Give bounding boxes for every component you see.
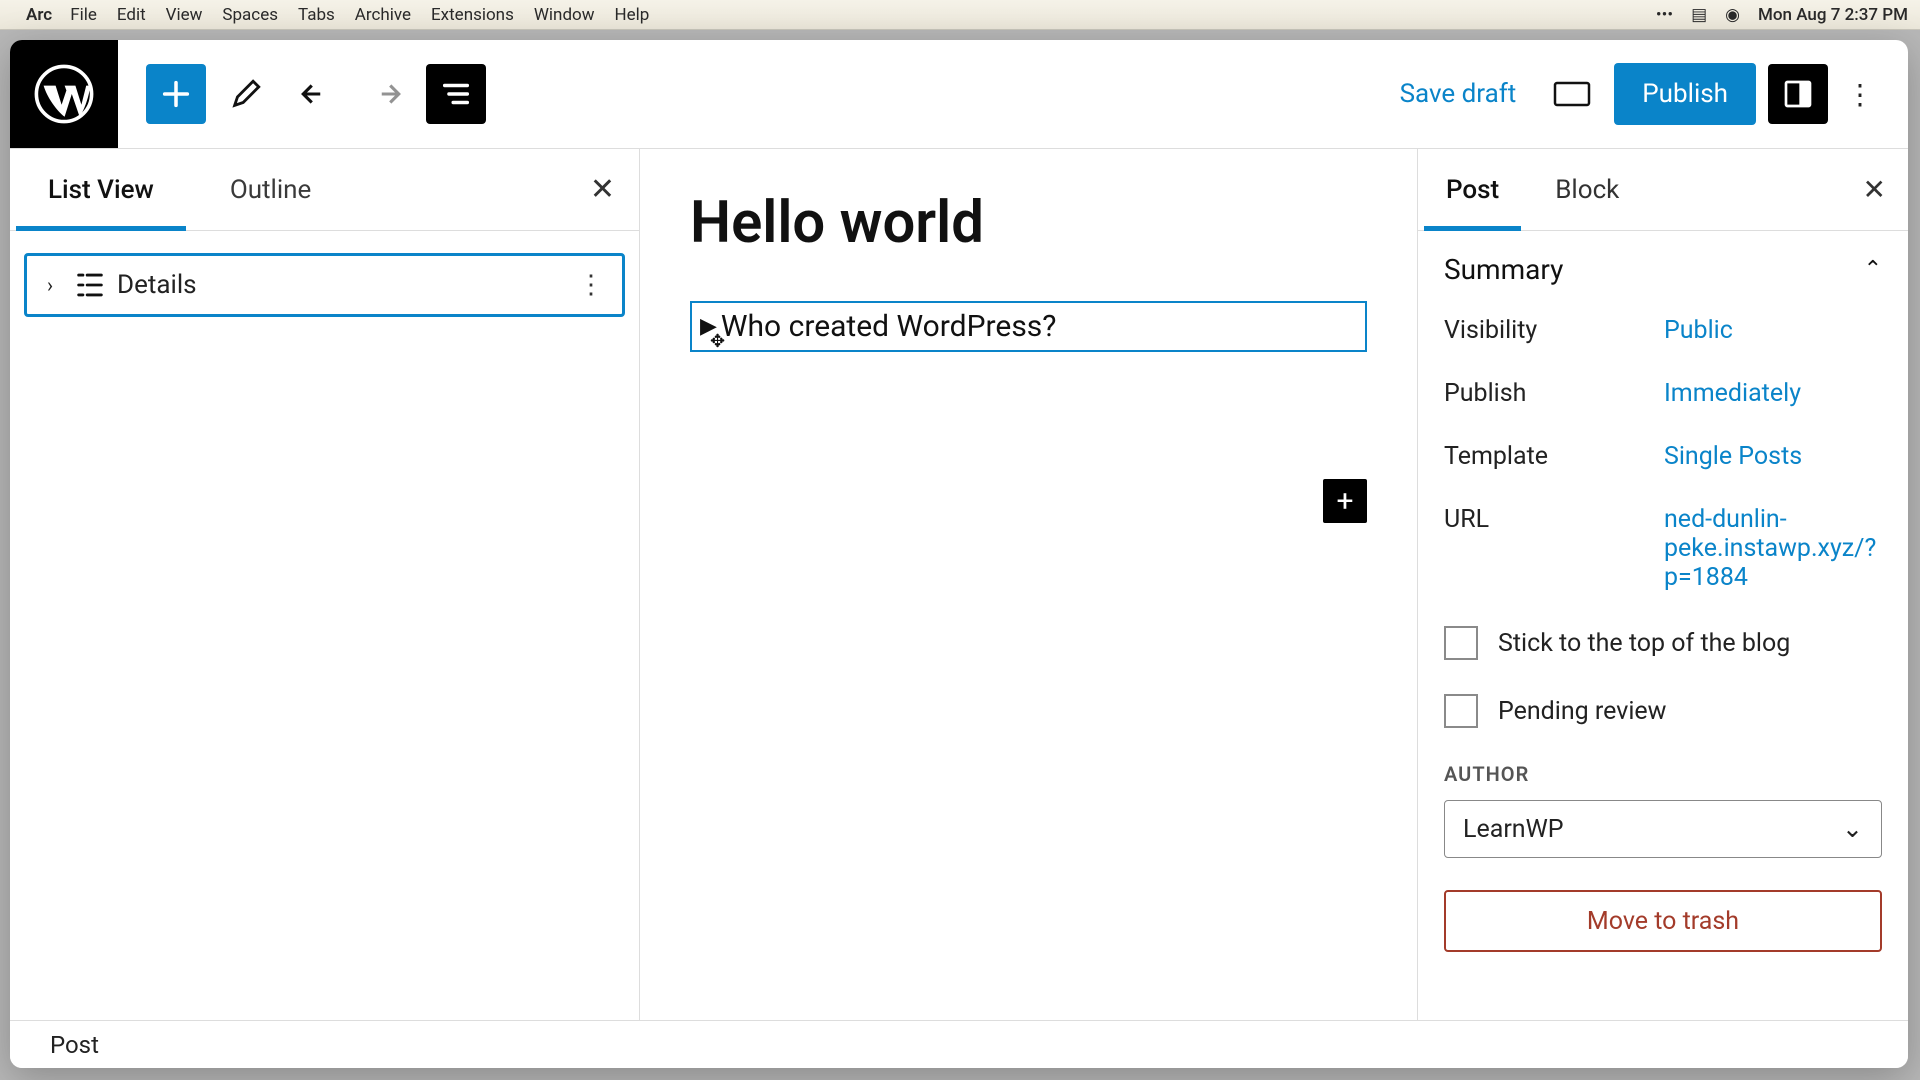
listview-icon (439, 77, 473, 111)
summary-section-title: Summary (1444, 253, 1563, 286)
author-select[interactable]: LearnWP ⌄ (1444, 800, 1882, 858)
close-icon: ✕ (1863, 173, 1886, 206)
pending-checkbox[interactable] (1444, 694, 1478, 728)
panel-icon (1782, 78, 1814, 110)
tab-listview[interactable]: List View (10, 149, 192, 230)
close-settings-button[interactable]: ✕ (1863, 173, 1886, 206)
editor-topbar: Save draft Publish ⋮ (10, 40, 1908, 148)
menubar-item-edit[interactable]: Edit (117, 5, 146, 25)
append-block-button[interactable]: + (1323, 479, 1367, 523)
details-marker-icon[interactable]: ▶ (700, 314, 717, 339)
listview-toggle-button[interactable] (426, 64, 486, 124)
url-label: URL (1444, 505, 1664, 592)
tab-outline[interactable]: Outline (192, 149, 350, 230)
close-listview-button[interactable]: ✕ (590, 172, 615, 207)
move-to-trash-button[interactable]: Move to trash (1444, 890, 1882, 952)
publish-button[interactable]: Publish (1614, 63, 1756, 125)
publish-value[interactable]: Immediately (1664, 379, 1882, 408)
more-vertical-icon: ⋮ (1846, 78, 1874, 111)
menubar-item-archive[interactable]: Archive (355, 5, 411, 25)
url-value[interactable]: ned-dunlin-peke.instawp.xyz/?p=1884 (1664, 505, 1882, 592)
summary-section-header[interactable]: Summary ⌃ (1444, 253, 1882, 286)
undo-button[interactable] (286, 64, 346, 124)
tree-item-details[interactable]: › Details ⋮ (24, 253, 625, 317)
menubar-item-file[interactable]: File (70, 5, 97, 25)
menubar-status-dots-icon[interactable]: ••• (1656, 5, 1673, 25)
details-summary-text[interactable]: Who created WordPress? (721, 309, 1057, 344)
desktop-icon (1552, 79, 1592, 109)
settings-sidebar-toggle[interactable] (1768, 64, 1828, 124)
settings-panel: Post Block ✕ Summary ⌃ Visibility Public… (1418, 149, 1908, 1020)
wordpress-icon (34, 64, 94, 124)
left-tabs: List View Outline ✕ (10, 149, 639, 231)
redo-button[interactable] (356, 64, 416, 124)
listview-panel: List View Outline ✕ › Details ⋮ (10, 149, 640, 1020)
more-options-button[interactable]: ⋮ (1840, 64, 1880, 124)
block-tree: › Details ⋮ (10, 231, 639, 339)
menubar-clock[interactable]: Mon Aug 7 2:37 PM (1758, 5, 1908, 25)
settings-tabs: Post Block ✕ (1418, 149, 1908, 231)
tab-block[interactable]: Block (1527, 149, 1647, 230)
author-heading: AUTHOR (1444, 762, 1882, 786)
pending-checkbox-row: Pending review (1444, 694, 1882, 728)
menubar-item-window[interactable]: Window (534, 5, 595, 25)
field-visibility: Visibility Public (1444, 316, 1882, 345)
menubar-item-spaces[interactable]: Spaces (222, 5, 278, 25)
menubar-item-tabs[interactable]: Tabs (298, 5, 335, 25)
menubar-item-extensions[interactable]: Extensions (431, 5, 514, 25)
visibility-value[interactable]: Public (1664, 316, 1882, 345)
field-publish: Publish Immediately (1444, 379, 1882, 408)
chevron-right-icon[interactable]: › (37, 273, 63, 297)
edit-mode-button[interactable] (216, 64, 276, 124)
more-vertical-icon: ⋮ (578, 270, 604, 300)
stick-label: Stick to the top of the blog (1498, 629, 1790, 658)
template-value[interactable]: Single Posts (1664, 442, 1882, 471)
editor-canvas[interactable]: Hello world ▶ Who created WordPress? ✥ + (640, 149, 1418, 1020)
tree-item-more-button[interactable]: ⋮ (568, 266, 614, 304)
post-title[interactable]: Hello world (690, 189, 1367, 257)
menubar-app-name[interactable]: Arc (26, 5, 52, 25)
menubar-item-view[interactable]: View (166, 5, 203, 25)
plus-icon (159, 77, 193, 111)
visibility-label: Visibility (1444, 316, 1664, 345)
redo-icon (369, 77, 403, 111)
menubar-status-circle-icon[interactable]: ◉ (1725, 5, 1740, 25)
author-value: LearnWP (1463, 815, 1564, 844)
field-template: Template Single Posts (1444, 442, 1882, 471)
undo-icon (299, 77, 333, 111)
pending-label: Pending review (1498, 697, 1666, 726)
workspace: List View Outline ✕ › Details ⋮ Hello (10, 148, 1908, 1020)
add-block-button[interactable] (146, 64, 206, 124)
field-url: URL ned-dunlin-peke.instawp.xyz/?p=1884 (1444, 505, 1882, 592)
mac-menubar: Arc File Edit View Spaces Tabs Archive E… (0, 0, 1920, 30)
template-label: Template (1444, 442, 1664, 471)
tab-post[interactable]: Post (1418, 149, 1527, 230)
app-window: Save draft Publish ⋮ List View Outline ✕ (10, 40, 1908, 1068)
save-draft-button[interactable]: Save draft (1386, 69, 1531, 119)
menubar-status-icon[interactable]: ▤ (1691, 5, 1707, 25)
pencil-icon (229, 77, 263, 111)
chevron-down-icon: ⌄ (1842, 814, 1863, 844)
preview-button[interactable] (1542, 64, 1602, 124)
menubar-item-help[interactable]: Help (615, 5, 650, 25)
publish-label: Publish (1444, 379, 1664, 408)
details-block[interactable]: ▶ Who created WordPress? ✥ (690, 301, 1367, 352)
close-icon: ✕ (590, 172, 615, 207)
editor-footer: Post (10, 1020, 1908, 1068)
tree-item-label: Details (117, 270, 197, 300)
settings-body: Summary ⌃ Visibility Public Publish Imme… (1418, 231, 1908, 952)
wordpress-logo[interactable] (10, 40, 118, 148)
breadcrumb[interactable]: Post (50, 1031, 99, 1059)
details-block-icon (73, 268, 107, 302)
chevron-up-icon: ⌃ (1864, 257, 1882, 282)
stick-checkbox-row: Stick to the top of the blog (1444, 626, 1882, 660)
stick-checkbox[interactable] (1444, 626, 1478, 660)
plus-icon: + (1336, 484, 1353, 519)
